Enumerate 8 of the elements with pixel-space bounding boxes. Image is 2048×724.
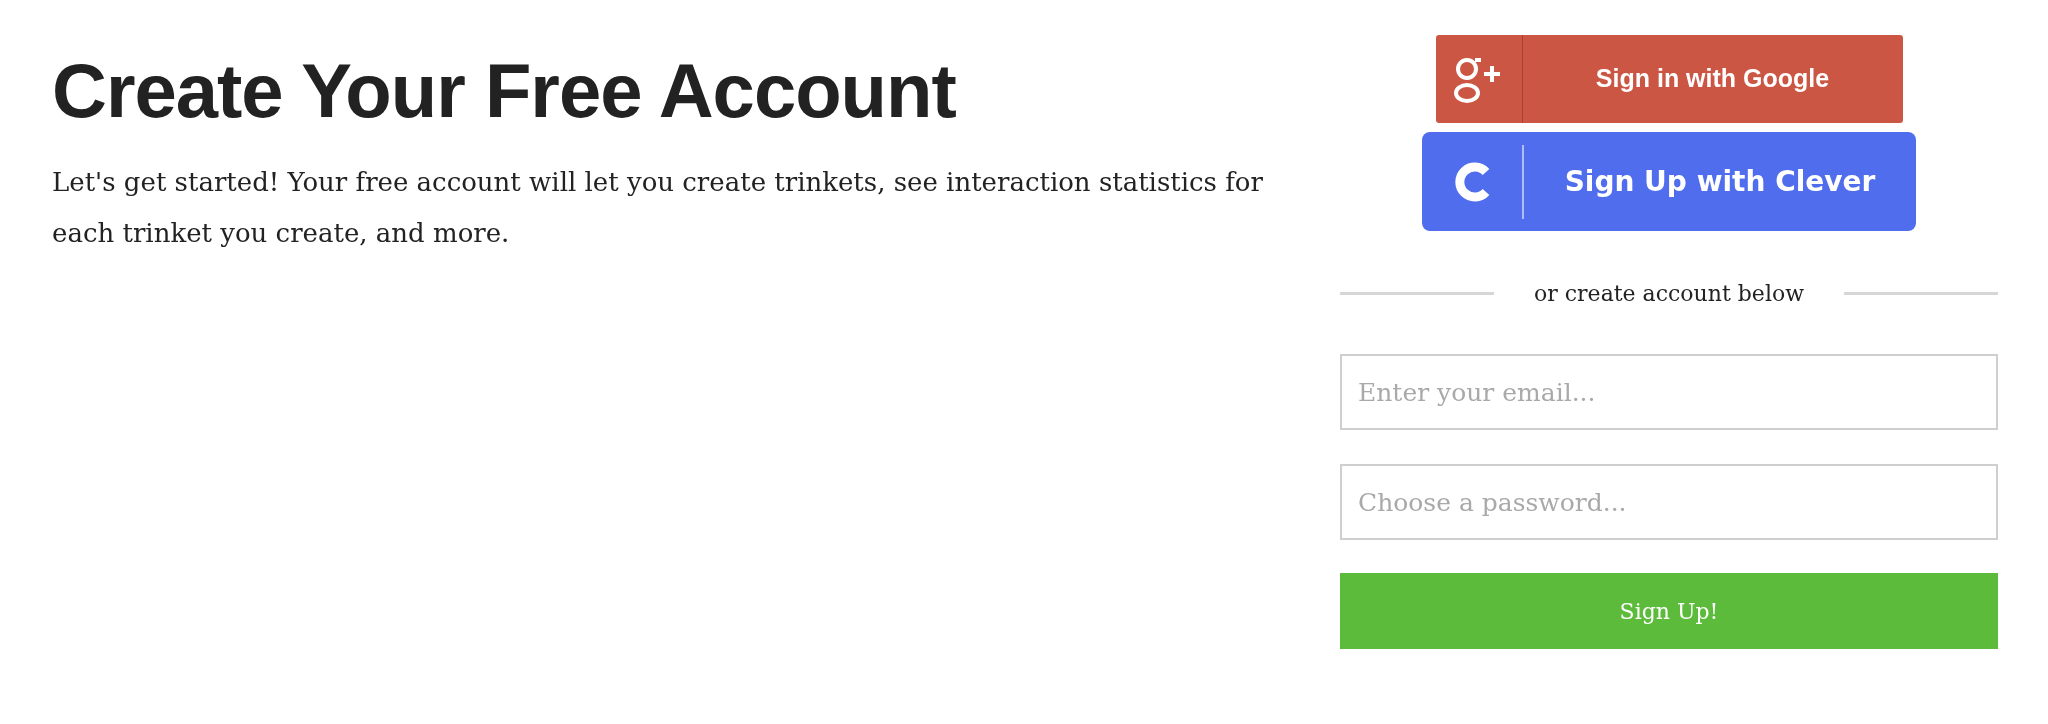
email-field[interactable]: Enter your email... [1340, 354, 1998, 430]
page-heading: Create Your Free Account [52, 51, 957, 131]
google-sign-in-button[interactable]: Sign in with Google [1435, 35, 1903, 123]
intro-paragraph: Let's get started! Your free account will let you create trinkets, see interaction statistics for each trinket you create, and more. [52, 165, 1264, 250]
password-field[interactable]: Choose a password... [1340, 464, 1998, 540]
sign-up-button[interactable]: Sign Up! [1340, 573, 1998, 649]
clever-sign-up-button[interactable]: Sign Up with Clever [1422, 132, 1916, 231]
divider-text: or create account below [1533, 280, 1805, 308]
